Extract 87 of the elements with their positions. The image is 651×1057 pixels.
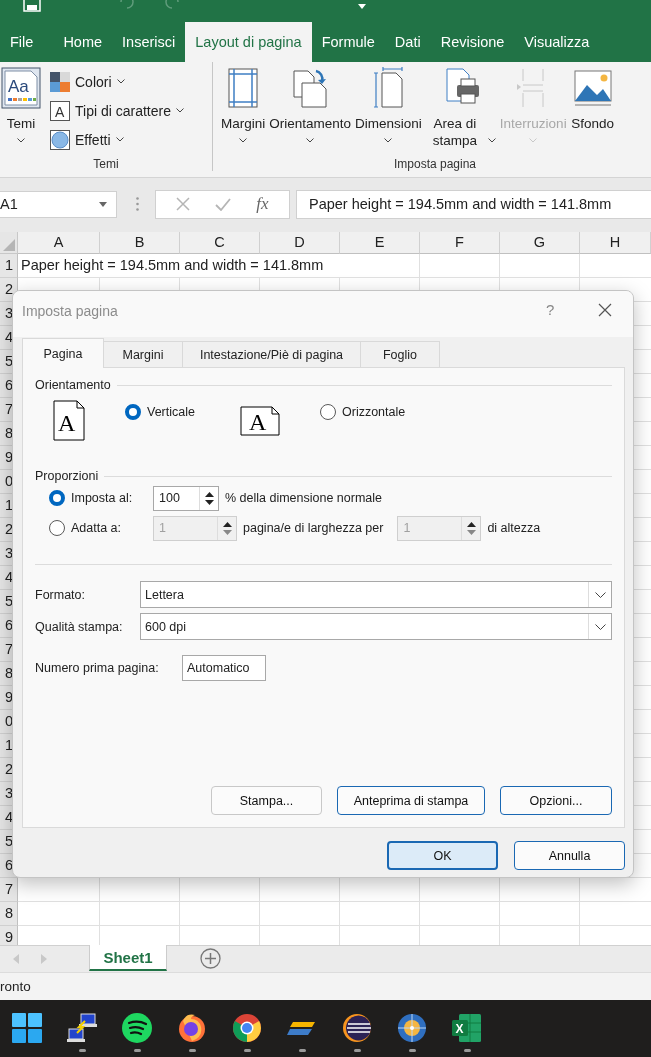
radio-label[interactable]: Orizzontale (342, 405, 406, 419)
dialog-tab[interactable]: Foglio (360, 341, 440, 367)
wheel-icon[interactable] (232, 1013, 262, 1043)
column-header[interactable]: F (420, 232, 500, 254)
column-header[interactable]: H (580, 232, 651, 254)
ribbon-button[interactable]: Margini (219, 67, 268, 143)
ribbon-tab[interactable]: Dati (384, 22, 431, 62)
insert-function-button[interactable]: fx (256, 194, 269, 214)
radio-button[interactable] (49, 520, 65, 536)
ribbon-tab[interactable]: Layout di pagina (185, 22, 312, 62)
section-title: Proporzioni (35, 469, 99, 483)
input-field[interactable]: Automatico (182, 655, 266, 681)
column-header[interactable]: A (18, 232, 100, 254)
caret-icon[interactable] (358, 4, 366, 9)
row-header[interactable]: 7 (0, 878, 18, 902)
dialog-tab[interactable]: Pagina (22, 338, 104, 368)
radio-label[interactable]: Adatta a: (71, 521, 122, 535)
circle-icon (50, 129, 70, 150)
ribbon-button[interactable]: Area di stampa (423, 67, 498, 149)
ribbon-tab[interactable]: Formule (311, 22, 385, 62)
help-button[interactable]: ? (540, 300, 561, 319)
computers-icon[interactable] (67, 1013, 97, 1043)
letter-icon: A (50, 100, 70, 121)
unit-label: pagina/e di larghezza per (243, 521, 384, 535)
ribbon-button[interactable]: Colori (50, 70, 184, 93)
group-label: Imposta pagina (393, 157, 477, 171)
radio-label[interactable]: Imposta al: (71, 491, 133, 505)
theme-button[interactable]: Aa Temi (0, 67, 42, 143)
striped-sphere-icon[interactable] (342, 1013, 372, 1043)
ribbon-button[interactable]: Effetti (50, 128, 184, 151)
palette-icon (50, 71, 70, 92)
formula-field[interactable]: Paper height = 194.5mm and width = 141.8mm (296, 189, 651, 219)
ribbon-tab[interactable]: Inserisci (112, 22, 186, 62)
ribbon-tab[interactable]: Home (53, 22, 113, 62)
landscape-page-icon: A (240, 406, 280, 436)
theme-icon: Aa (1, 67, 41, 109)
spin-box[interactable]: 100 (153, 485, 219, 511)
dropdown[interactable]: 600 dpi (140, 613, 612, 640)
dialog-button[interactable]: Opzioni... (500, 786, 612, 815)
dropdown[interactable]: Lettera (140, 581, 612, 608)
radio-button[interactable] (125, 404, 141, 420)
chevron-icon (594, 591, 606, 598)
ribbon-tab[interactable]: Revisione (430, 22, 515, 62)
ribbon-button[interactable]: Sfondo (568, 67, 617, 132)
radio-label[interactable]: Verticale (147, 405, 195, 419)
group-label: Temi (93, 157, 119, 171)
dialog-button[interactable]: Annulla (514, 841, 625, 870)
radio-button[interactable] (49, 490, 65, 506)
field-label: Numero prima pagina: (35, 661, 160, 675)
column-header[interactable]: C (180, 232, 260, 254)
section-title: Orientamento (35, 378, 111, 392)
add-sheet-icon[interactable] (200, 948, 221, 969)
portrait-page-icon: A (53, 400, 85, 441)
radio-button[interactable] (320, 404, 336, 420)
column-header[interactable]: G (500, 232, 580, 254)
ribbon-button[interactable]: Dimensioni (353, 67, 424, 143)
start-icon[interactable] (12, 1013, 42, 1043)
dialog-title: Imposta pagina (22, 303, 118, 319)
flame-globe-icon[interactable] (177, 1013, 207, 1043)
check-icon[interactable] (215, 197, 232, 211)
ribbon-button[interactable]: Orientamento (267, 67, 354, 143)
close-icon[interactable] (598, 303, 612, 317)
save-icon[interactable] (23, 0, 41, 12)
field-label: Formato: (35, 587, 86, 602)
dialog-button[interactable]: Anteprima di stampa (337, 786, 485, 815)
ribbon-tab[interactable]: Visualizza (514, 22, 600, 62)
ribbon-button[interactable]: A Tipi di carattere (50, 99, 184, 122)
row-header[interactable]: 2 (0, 278, 18, 302)
field-label: Qualità stampa: (35, 619, 124, 634)
column-header[interactable]: E (340, 232, 420, 254)
column-header[interactable]: B (100, 232, 180, 254)
unit-label: di altezza (487, 521, 541, 535)
row-header[interactable]: 1 (0, 254, 18, 278)
compass-icon[interactable] (397, 1013, 427, 1043)
unit-label: % della dimensione normale (225, 491, 383, 505)
row-header[interactable]: 8 (0, 902, 18, 926)
sound-waves-icon[interactable] (122, 1013, 152, 1043)
row-header[interactable]: 9 (0, 926, 18, 945)
ribbon-tab[interactable]: File (0, 22, 48, 62)
chevron-icon (594, 623, 606, 630)
name-box[interactable]: A1 (0, 190, 117, 218)
dialog-button[interactable]: OK (387, 841, 498, 870)
column-header[interactable]: D (260, 232, 340, 254)
drag-handle-icon[interactable] (136, 197, 139, 211)
sheet-tab[interactable]: Sheet1 (89, 945, 167, 971)
dialog-button[interactable]: Stampa... (211, 786, 322, 815)
status-text: ronto (0, 979, 31, 994)
